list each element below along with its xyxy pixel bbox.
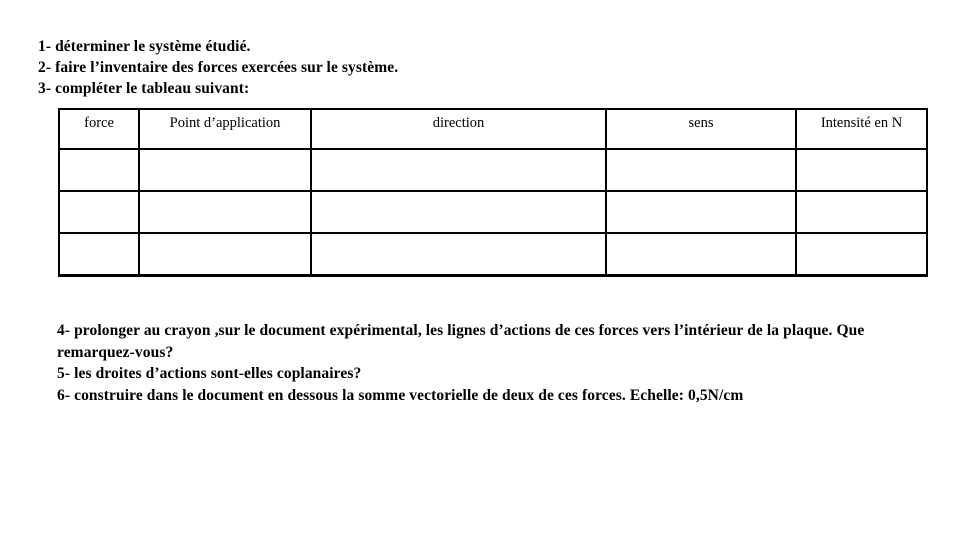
instruction-line-3: 3- compléter le tableau suivant: <box>38 80 250 97</box>
instruction-line-2: 2- faire l’inventaire des forces exercée… <box>38 59 399 76</box>
cell-intensite[interactable] <box>795 148 928 192</box>
question-line-6: 6- construire dans le document en dessou… <box>57 386 744 404</box>
cell-sens[interactable] <box>605 190 797 234</box>
cell-point-application[interactable] <box>138 148 312 192</box>
cell-force[interactable] <box>58 232 140 277</box>
instruction-line-1: 1- déterminer le système étudié. <box>38 38 251 55</box>
column-header-direction: direction <box>310 108 607 150</box>
cell-force[interactable] <box>58 148 140 192</box>
question-list: 4- prolonger au crayon ,sur le document … <box>57 320 947 406</box>
cell-force[interactable] <box>58 190 140 234</box>
table-row <box>58 232 928 277</box>
table-row <box>58 148 928 192</box>
column-header-sens: sens <box>605 108 797 150</box>
cell-sens[interactable] <box>605 148 797 192</box>
forces-table: force Point d’application direction sens… <box>58 108 928 277</box>
cell-point-application[interactable] <box>138 232 312 277</box>
cell-point-application[interactable] <box>138 190 312 234</box>
forces-table-container: force Point d’application direction sens… <box>58 108 928 277</box>
question-line-4: 4- prolonger au crayon ,sur le document … <box>57 322 865 361</box>
table-row <box>58 190 928 234</box>
column-header-point-application: Point d’application <box>138 108 312 150</box>
cell-direction[interactable] <box>310 148 607 192</box>
cell-intensite[interactable] <box>795 232 928 277</box>
column-header-force: force <box>58 108 140 150</box>
column-header-intensite: Intensité en N <box>795 108 928 150</box>
cell-intensite[interactable] <box>795 190 928 234</box>
cell-sens[interactable] <box>605 232 797 277</box>
cell-direction[interactable] <box>310 232 607 277</box>
question-line-5: 5- les droites d’actions sont-elles copl… <box>57 365 362 382</box>
document-page: 1- déterminer le système étudié. 2- fair… <box>0 0 960 540</box>
instruction-list: 1- déterminer le système étudié. 2- fair… <box>38 36 918 99</box>
cell-direction[interactable] <box>310 190 607 234</box>
table-header-row: force Point d’application direction sens… <box>58 108 928 150</box>
